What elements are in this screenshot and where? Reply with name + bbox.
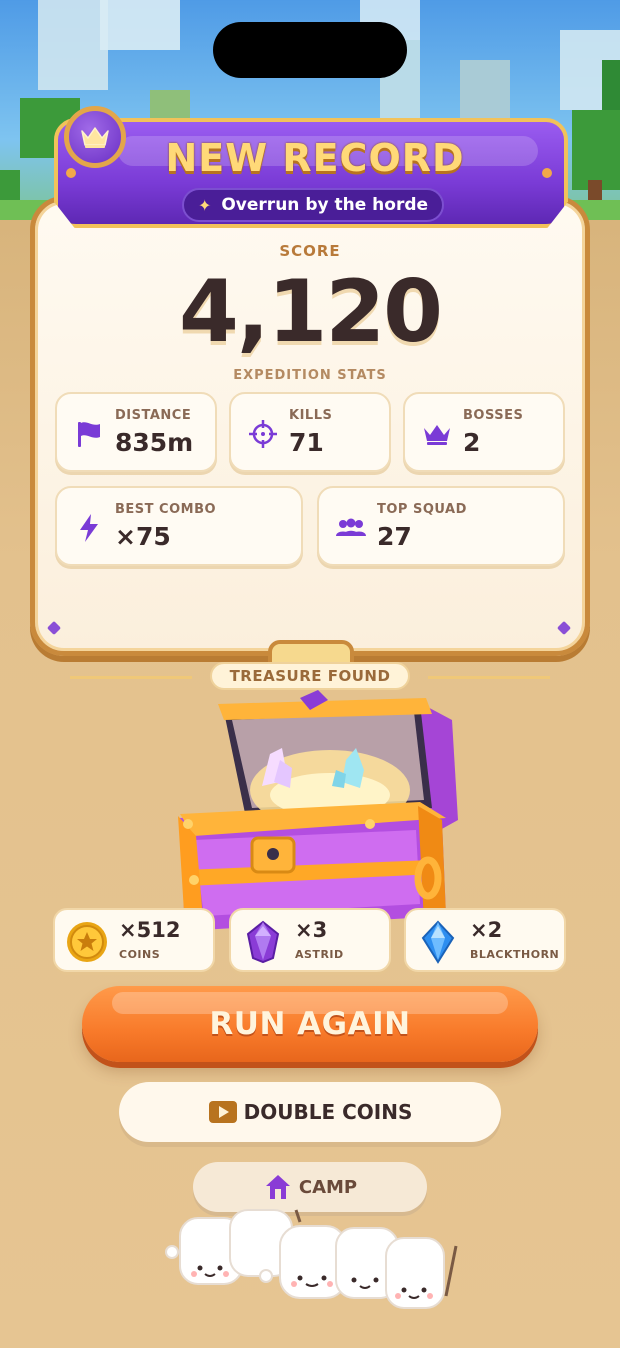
stat-value: 27 [377, 522, 412, 551]
coin-icon [65, 920, 109, 964]
group-icon [335, 512, 367, 544]
expedition-stats-label: EXPEDITION STATS [233, 368, 387, 383]
crown-icon [81, 127, 109, 148]
reward-count: ×512 [119, 918, 181, 942]
reward-blackthorn: ×2 BLACKTHORN [404, 908, 566, 972]
treasure-found-label: TREASURE FOUND [210, 662, 410, 690]
stat-value: 2 [463, 428, 481, 457]
defeat-reason-text: Overrun by the horde [221, 195, 429, 215]
stat-label: BEST COMBO [115, 502, 217, 517]
marshmallow-squad-icon [165, 1209, 458, 1309]
stat-best-combo: BEST COMBO ×75 [55, 486, 303, 566]
reward-name: ASTRID [295, 948, 344, 961]
flag-icon [73, 418, 105, 450]
double-coins-label: DOUBLE COINS [243, 1100, 413, 1124]
sparkle-icon: ✦ [197, 195, 212, 215]
crown-badge [64, 106, 126, 168]
play-video-icon [208, 1101, 237, 1123]
reward-name: BLACKTHORN [470, 948, 560, 961]
stat-distance: DISTANCE 835m [55, 392, 217, 472]
crown-icon [421, 418, 453, 450]
reward-count: ×2 [470, 918, 503, 942]
stat-value: 835m [115, 428, 194, 457]
camp-label: CAMP [298, 1176, 358, 1198]
reward-count: ×3 [295, 918, 328, 942]
blue-gem-icon [416, 920, 460, 964]
stat-label: KILLS [289, 408, 333, 423]
double-coins-button[interactable]: DOUBLE COINS [119, 1082, 501, 1142]
score-label: SCORE [279, 242, 341, 260]
stat-value: ×75 [115, 522, 171, 551]
stat-label: BOSSES [463, 408, 524, 423]
crosshair-icon [247, 418, 279, 450]
score-value: 4,120 [178, 262, 443, 362]
stat-top-squad: TOP SQUAD 27 [317, 486, 565, 566]
record-banner: NEW RECORD ✦ Overrun by the horde [54, 118, 568, 228]
purple-gem-icon [241, 920, 285, 964]
reward-coins: ×512 COINS [53, 908, 215, 972]
stat-kills: KILLS 71 [229, 392, 391, 472]
record-title: NEW RECORD [165, 136, 465, 180]
stat-label: TOP SQUAD [377, 502, 467, 517]
reward-astrid: ×3 ASTRID [229, 908, 391, 972]
run-again-button[interactable]: RUN AGAIN [82, 986, 538, 1062]
stat-label: DISTANCE [115, 408, 192, 423]
stat-value: 71 [289, 428, 324, 457]
stat-bosses: BOSSES 2 [403, 392, 565, 472]
treasure-chest-icon [178, 690, 458, 930]
divider-right [428, 676, 550, 679]
reward-name: COINS [119, 948, 161, 961]
lightning-icon [73, 512, 105, 544]
camp-button[interactable]: CAMP [193, 1162, 427, 1212]
device-notch [213, 22, 407, 78]
divider-left [70, 676, 192, 679]
home-icon [265, 1175, 290, 1199]
run-again-label: RUN AGAIN [209, 1006, 411, 1042]
defeat-reason: ✦ Overrun by the horde [182, 188, 444, 222]
